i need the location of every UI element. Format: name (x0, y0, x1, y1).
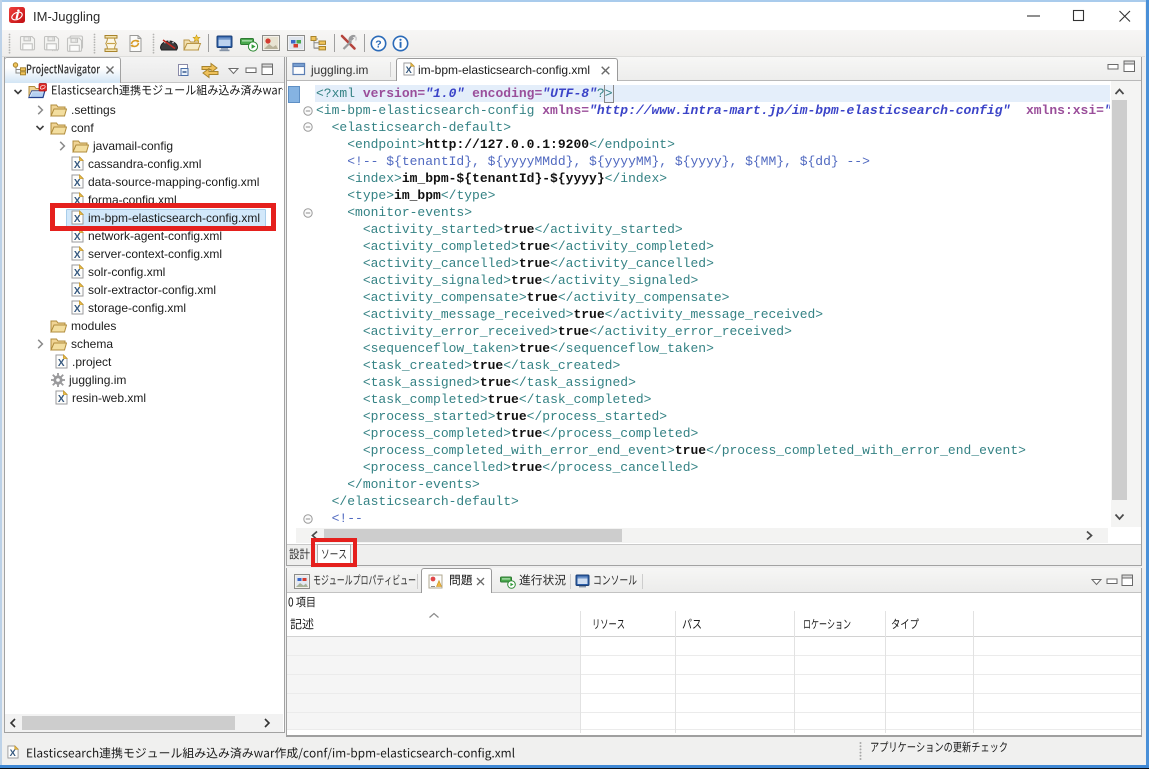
svg-text:X: X (74, 286, 81, 297)
svg-text:X: X (58, 358, 65, 369)
svg-text:X: X (74, 232, 81, 243)
svg-text:X: X (74, 304, 81, 315)
svg-text:X: X (58, 394, 65, 405)
svg-text:X: X (74, 250, 81, 261)
svg-text:?: ? (375, 38, 381, 50)
svg-text:X: X (74, 178, 81, 189)
svg-text:X: X (74, 268, 81, 279)
svg-text:X: X (406, 65, 413, 75)
svg-text:X: X (74, 160, 81, 171)
svg-text:X: X (10, 748, 17, 758)
